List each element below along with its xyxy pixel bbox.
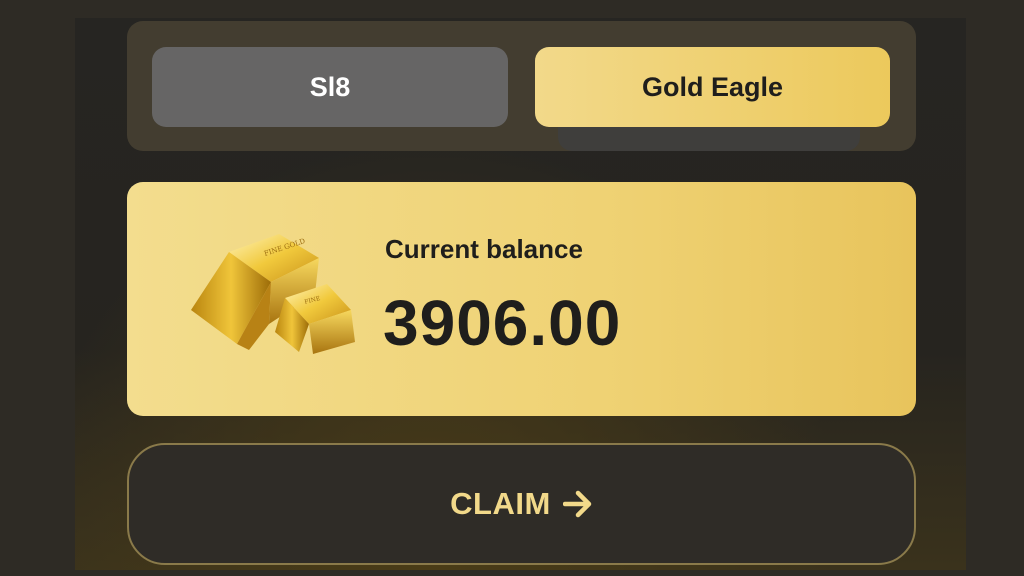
app-screen: Sl8 Gold Eagle FINE GOLD FINE Current ba…: [75, 18, 966, 570]
tab-sl8-label: Sl8: [309, 71, 351, 102]
tab-switcher: Sl8 Gold Eagle: [127, 21, 916, 151]
tab-gold-eagle-label: Gold Eagle: [641, 71, 784, 102]
balance-card: FINE GOLD FINE Current balance 3906.00: [127, 182, 916, 416]
tab-gold-eagle[interactable]: Gold Eagle: [535, 47, 890, 127]
balance-value: 3906.00: [383, 287, 622, 359]
arrow-right-icon: [562, 490, 592, 518]
claim-button[interactable]: CLAIM: [127, 443, 916, 565]
balance-label: Current balance: [385, 234, 583, 264]
claim-label: CLAIM: [450, 486, 551, 521]
tab-sl8[interactable]: Sl8: [152, 47, 508, 127]
gold-bars-icon: FINE GOLD FINE: [191, 234, 355, 354]
